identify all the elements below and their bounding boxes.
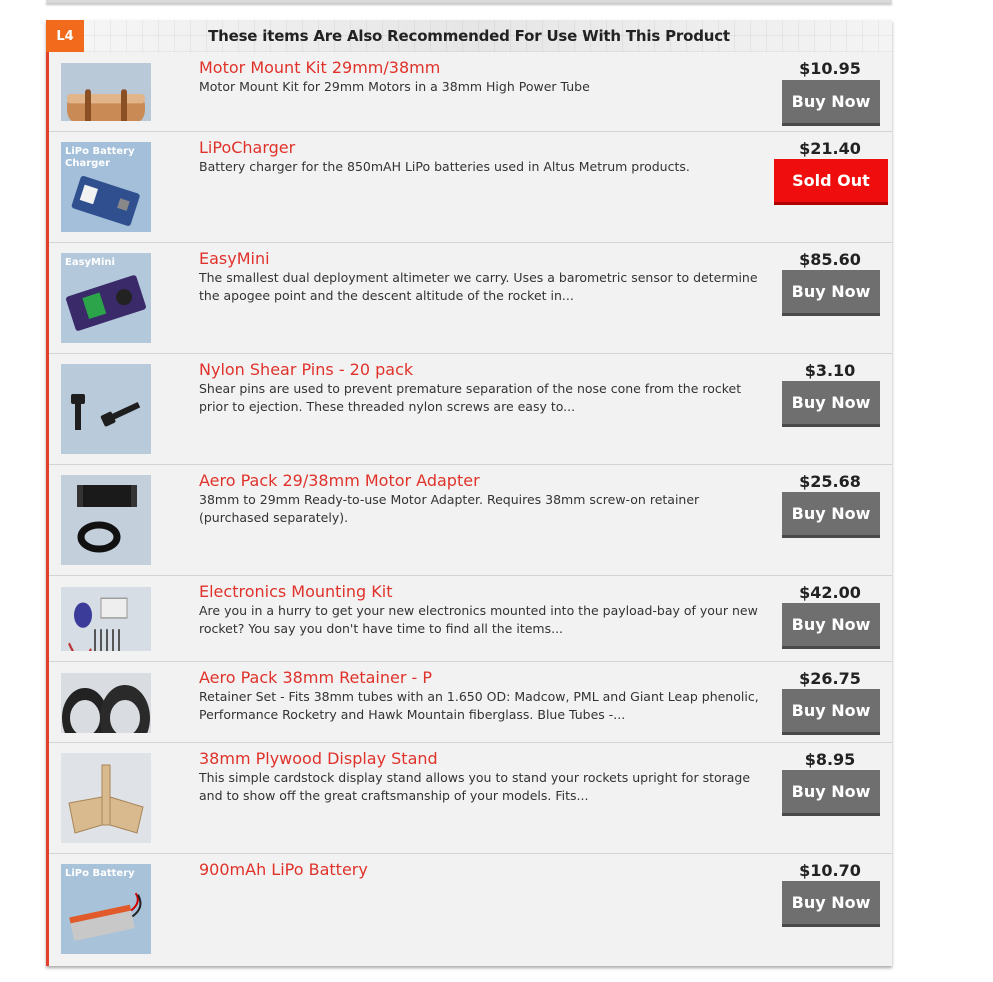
product-description: Are you in a hurry to get your new elect… (199, 603, 758, 636)
electronics-kit-image[interactable] (61, 587, 151, 651)
previous-section-edge (46, 0, 892, 3)
buy-now-button[interactable]: Buy Now (782, 881, 880, 924)
buy-now-button[interactable]: Buy Now (782, 381, 880, 424)
product-price: $25.68 (799, 472, 861, 491)
recommended-products-panel: L4 These items Are Also Recommended For … (46, 20, 892, 966)
product-row: Motor Mount Kit 29mm/38mm Motor Mount Ki… (49, 52, 892, 131)
product-description: This simple cardstock display stand allo… (199, 770, 751, 803)
product-row: Nylon Shear Pins - 20 pack Shear pins ar… (49, 353, 892, 464)
product-description: Shear pins are used to prevent premature… (199, 381, 742, 414)
product-name-link[interactable]: Aero Pack 29/38mm Motor Adapter (199, 471, 480, 490)
product-name-link[interactable]: Nylon Shear Pins - 20 pack (199, 360, 413, 379)
product-price: $10.95 (799, 59, 861, 78)
product-price: $85.60 (799, 250, 861, 269)
image-caption: EasyMini (65, 257, 115, 268)
motor-adapter-image[interactable] (61, 475, 151, 565)
display-stand-image[interactable] (61, 753, 151, 843)
product-name-link[interactable]: EasyMini (199, 249, 270, 268)
image-caption: LiPo Battery Charger (65, 146, 135, 169)
easymini-board-image[interactable]: EasyMini (61, 253, 151, 343)
buy-now-button[interactable]: Buy Now (782, 80, 880, 123)
product-price: $42.00 (799, 583, 861, 602)
lipo-charger-image[interactable]: LiPo Battery Charger (61, 142, 151, 232)
product-description: Battery charger for the 850mAH LiPo batt… (199, 159, 690, 174)
product-price: $3.10 (804, 361, 856, 380)
panel-header: L4 These items Are Also Recommended For … (46, 20, 892, 52)
product-description: 38mm to 29mm Ready-to-use Motor Adapter.… (199, 492, 700, 525)
product-price: $10.70 (799, 861, 861, 880)
product-row: 38mm Plywood Display Stand This simple c… (49, 742, 892, 853)
product-name-link[interactable]: LiPoCharger (199, 138, 295, 157)
product-name-link[interactable]: Electronics Mounting Kit (199, 582, 392, 601)
product-row: LiPo Battery Charger LiPoCharger Battery… (49, 131, 892, 242)
product-price: $26.75 (799, 669, 861, 688)
product-row: Electronics Mounting Kit Are you in a hu… (49, 575, 892, 661)
product-price: $21.40 (799, 139, 861, 158)
buy-now-button[interactable]: Buy Now (782, 270, 880, 313)
product-row: EasyMini EasyMini The smallest dual depl… (49, 242, 892, 353)
product-description: Retainer Set - Fits 38mm tubes with an 1… (199, 689, 759, 722)
buy-now-button[interactable]: Buy Now (782, 603, 880, 646)
section-title: These items Are Also Recommended For Use… (208, 27, 730, 45)
product-row: Aero Pack 38mm Retainer - P Retainer Set… (49, 661, 892, 742)
retainer-rings-image[interactable] (61, 673, 151, 733)
buy-now-button[interactable]: Buy Now (782, 689, 880, 732)
product-price: $8.95 (804, 750, 856, 769)
product-row: LiPo Battery 900mAh LiPo Battery $10.70 … (49, 853, 892, 966)
product-row: Aero Pack 29/38mm Motor Adapter 38mm to … (49, 464, 892, 575)
product-description: Motor Mount Kit for 29mm Motors in a 38m… (199, 79, 590, 94)
lipo-battery-image[interactable]: LiPo Battery (61, 864, 151, 954)
product-name-link[interactable]: Motor Mount Kit 29mm/38mm (199, 58, 440, 77)
buy-now-button[interactable]: Buy Now (782, 770, 880, 813)
sold-out-button[interactable]: Sold Out (774, 159, 888, 202)
motor-mount-tube-image[interactable] (61, 63, 151, 121)
image-caption: LiPo Battery (65, 868, 135, 879)
product-description: The smallest dual deployment altimeter w… (199, 270, 758, 303)
buy-now-button[interactable]: Buy Now (782, 492, 880, 535)
shear-pins-image[interactable] (61, 364, 151, 454)
product-name-link[interactable]: 38mm Plywood Display Stand (199, 749, 438, 768)
product-name-link[interactable]: Aero Pack 38mm Retainer - P (199, 668, 432, 687)
product-name-link[interactable]: 900mAh LiPo Battery (199, 860, 368, 879)
